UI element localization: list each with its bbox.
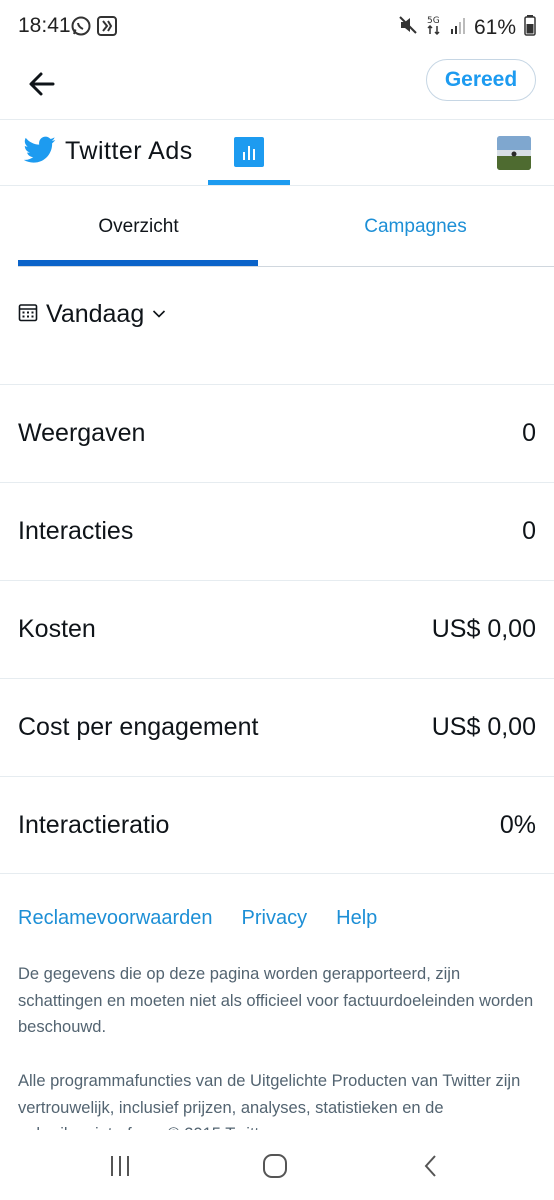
done-button[interactable]: Gereed xyxy=(426,59,536,101)
brand-title: Twitter Ads xyxy=(65,137,193,165)
estimate-disclaimer: De gegevens die op deze pagina worden ge… xyxy=(18,965,534,1036)
system-back-button[interactable] xyxy=(411,1148,451,1184)
metric-label: Weergaven xyxy=(18,419,146,447)
status-bar: 18:41 5G 61% xyxy=(0,0,554,54)
tab-active-indicator xyxy=(18,260,258,266)
analytics-active-indicator xyxy=(208,180,290,185)
battery-percentage: 61% xyxy=(473,16,516,39)
privacy-link[interactable]: Privacy xyxy=(242,907,308,930)
metric-value: US$ 0,00 xyxy=(431,615,536,643)
confidentiality-disclaimer: Alle programmafuncties van de Uitgelicht… xyxy=(18,1072,521,1130)
tab-bar: Overzicht Campagnes xyxy=(0,186,554,268)
metrics-list: Weergaven 0 Interacties 0 Kosten US$ 0,0… xyxy=(0,384,554,874)
metric-row-cost-per-engagement: Cost per engagement US$ 0,00 xyxy=(0,678,554,776)
svg-text:5G: 5G xyxy=(427,16,440,26)
date-range-label: Vandaag xyxy=(46,300,145,328)
metric-value: 0% xyxy=(499,811,536,839)
back-button[interactable] xyxy=(22,64,62,104)
metric-value: 0 xyxy=(522,517,536,545)
battery-icon xyxy=(524,14,536,42)
date-range-dropdown[interactable]: Vandaag xyxy=(18,300,166,329)
recent-apps-button[interactable] xyxy=(100,1148,140,1184)
app-bar: Gereed xyxy=(0,54,554,120)
chevron-down-icon xyxy=(152,306,166,324)
home-icon xyxy=(263,1154,287,1178)
footer-links: Reclamevoorwaarden Privacy Help xyxy=(18,907,377,930)
tab-campaigns[interactable]: Campagnes xyxy=(277,186,554,268)
ad-terms-link[interactable]: Reclamevoorwaarden xyxy=(18,907,213,930)
whatsapp-icon xyxy=(70,15,92,42)
metric-value: US$ 0,00 xyxy=(431,713,536,741)
signal-icon xyxy=(450,15,466,41)
system-nav-bar xyxy=(0,1130,554,1200)
help-link[interactable]: Help xyxy=(336,907,377,930)
twitter-bird-icon xyxy=(23,136,56,169)
status-indicators: 5G 61% xyxy=(398,14,536,42)
calendar-icon xyxy=(18,302,38,327)
tabs-divider xyxy=(18,266,554,267)
tab-overview[interactable]: Overzicht xyxy=(0,186,277,268)
avatar[interactable] xyxy=(497,136,531,170)
metric-row-spend: Kosten US$ 0,00 xyxy=(0,580,554,678)
metric-label: Interactieratio xyxy=(18,811,170,839)
metric-label: Interacties xyxy=(18,517,134,545)
status-time: 18:41 xyxy=(18,14,71,37)
brand-bar: Twitter Ads xyxy=(0,120,554,186)
bar-chart-icon-bar-2 xyxy=(248,146,250,160)
app-notification-icon xyxy=(96,15,118,42)
recent-apps-icon xyxy=(111,1156,129,1176)
analytics-button[interactable] xyxy=(234,137,264,167)
metric-value: 0 xyxy=(522,419,536,447)
metric-label: Kosten xyxy=(18,615,96,643)
metric-row-engagements: Interacties 0 xyxy=(0,482,554,580)
metric-row-impressions: Weergaven 0 xyxy=(0,384,554,482)
bar-chart-icon-bar-1 xyxy=(243,152,245,160)
back-icon xyxy=(424,1155,436,1177)
metric-row-engagement-rate: Interactieratio 0% xyxy=(0,776,554,874)
5g-data-icon: 5G xyxy=(426,14,442,42)
metric-label: Cost per engagement xyxy=(18,713,259,741)
arrow-left-icon xyxy=(29,72,55,96)
home-button[interactable] xyxy=(255,1148,295,1184)
status-notification-icons xyxy=(70,15,118,42)
bar-chart-icon-bar-3 xyxy=(253,149,255,160)
mute-icon xyxy=(398,15,418,41)
